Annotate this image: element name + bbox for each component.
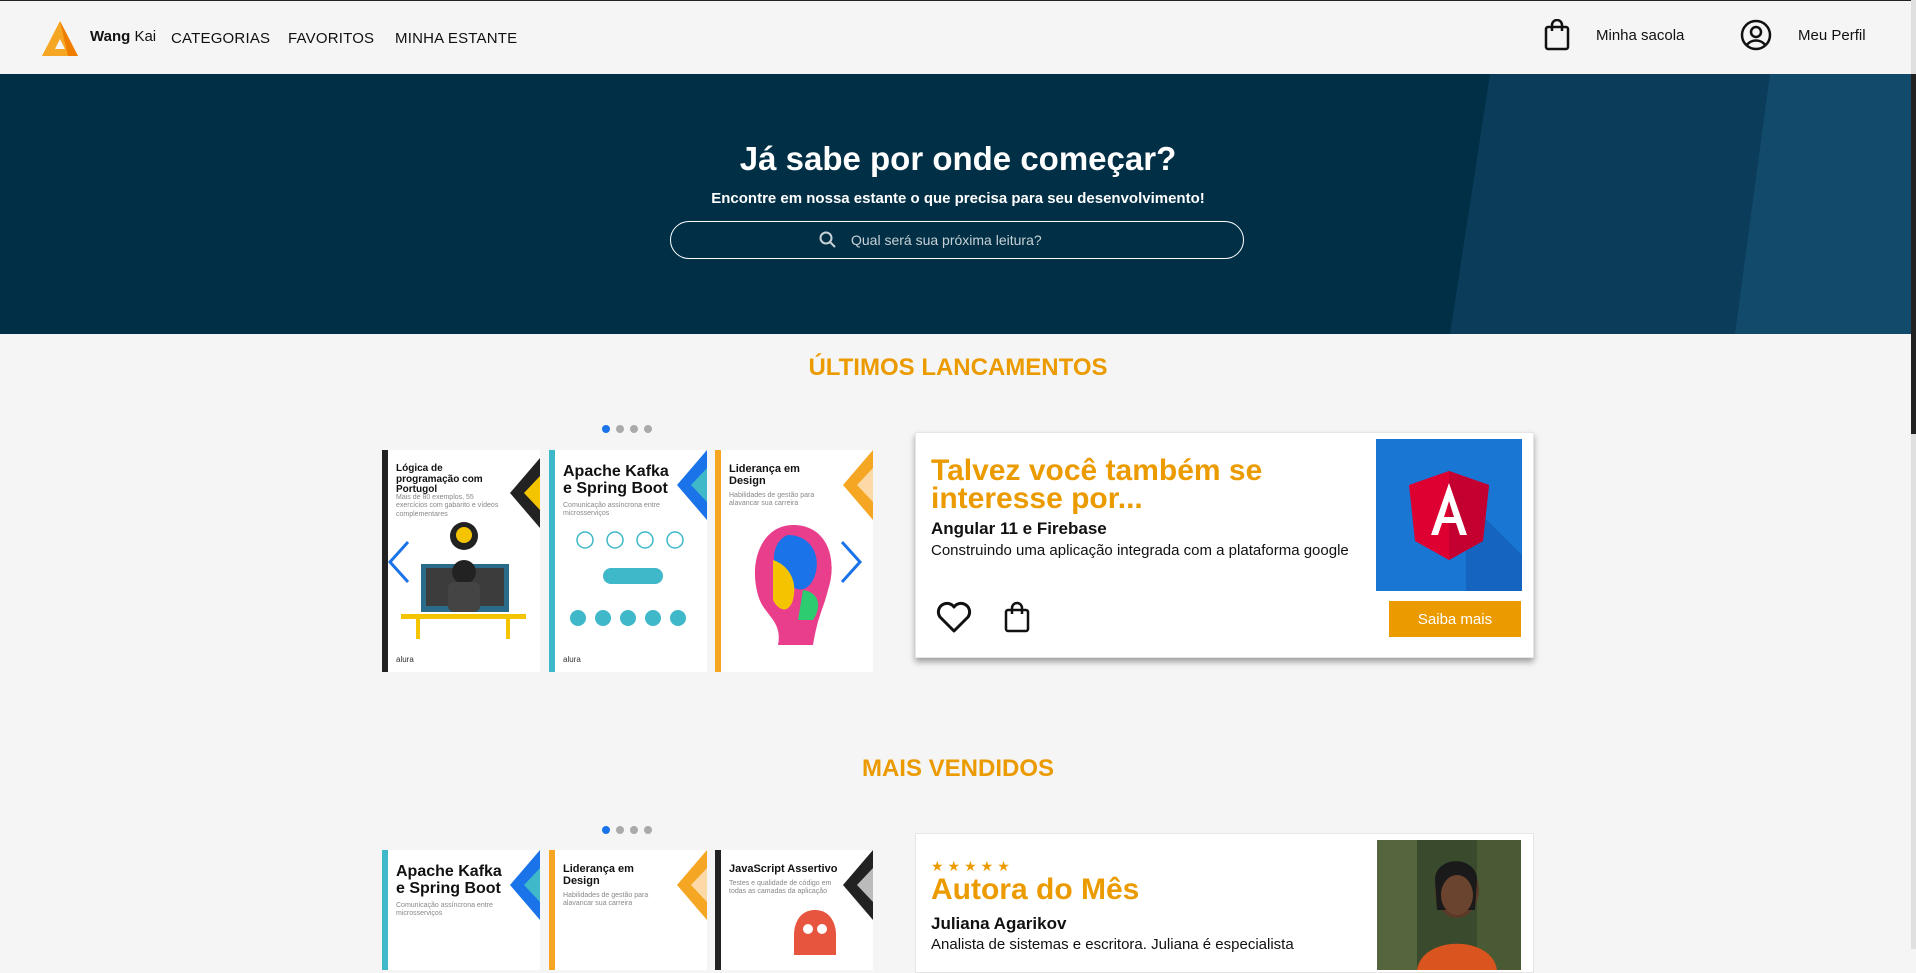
nav-minha-estante[interactable]: MINHA ESTANTE	[395, 30, 517, 47]
book-publisher: alura	[396, 655, 414, 664]
book-title: Liderança em Design	[563, 863, 634, 887]
search-input[interactable]	[849, 231, 1213, 249]
book-illustration	[794, 910, 836, 955]
cover-chevron	[510, 458, 540, 528]
book-cover[interactable]: Apache Kafka e Spring Boot Comunicação a…	[382, 850, 540, 970]
card-book-name: Angular 11 e Firebase	[931, 519, 1107, 538]
book-spine	[382, 850, 388, 970]
bag-icon[interactable]	[1004, 601, 1030, 633]
book-illustration	[401, 522, 526, 639]
top-header: Wang Kai CATEGORIAS FAVORITOS MINHA ESTA…	[0, 0, 1916, 74]
book-title: Liderança em Design	[729, 463, 800, 487]
book-title: Apache Kafka e Spring Boot	[563, 463, 669, 497]
carousel-dot[interactable]	[644, 826, 652, 834]
book-subtitle: Mais de 80 exemplos, 55 exercícios com g…	[396, 494, 499, 518]
scrollbar-thumb[interactable]	[1911, 74, 1916, 434]
heart-icon[interactable]	[936, 601, 972, 633]
logo-icon[interactable]	[40, 19, 80, 59]
book-cover[interactable]: Liderança em Design Habilidades de gestã…	[549, 850, 707, 970]
carousel-dot[interactable]	[602, 425, 610, 433]
carousel-dots-best	[602, 826, 652, 834]
book-cover[interactable]: JavaScript Assertivo Testes e qualidade …	[715, 850, 873, 970]
book-title: Lógica de programação com Portugol	[396, 463, 483, 495]
carousel-dot[interactable]	[616, 826, 624, 834]
book-subtitle: Testes e qualidade de código em todas as…	[729, 880, 832, 896]
chevron-right-icon	[840, 540, 863, 584]
bag-button[interactable]: Minha sacola	[1544, 19, 1684, 51]
profile-label: Meu Perfil	[1798, 26, 1866, 44]
carousel-next-button[interactable]	[838, 540, 864, 593]
cover-chevron	[510, 850, 540, 920]
cover-chevron	[843, 450, 873, 520]
search-icon	[819, 231, 836, 248]
book-spine	[715, 450, 721, 672]
carousel-dot[interactable]	[644, 425, 652, 433]
card-heading: Talvez você também se interesse por...	[931, 454, 1263, 515]
book-title: JavaScript Assertivo	[729, 863, 838, 875]
saiba-mais-button[interactable]: Saiba mais	[1389, 601, 1521, 637]
chevron-left-icon	[387, 540, 410, 584]
profile-button[interactable]: Meu Perfil	[1740, 19, 1866, 51]
book-publisher: alura	[563, 655, 581, 664]
author-photo	[1377, 840, 1521, 970]
recommendation-card: Talvez você também se interesse por... A…	[915, 432, 1534, 658]
book-subtitle: Habilidades de gestão para alavancar sua…	[563, 892, 649, 908]
section-title-best-sellers: MAIS VENDIDOS	[861, 755, 1055, 782]
carousel-dots-latest	[602, 425, 652, 433]
author-description: Analista de sistemas e escritora. Julian…	[931, 936, 1294, 953]
hero-subtitle: Encontre em nossa estante o que precisa …	[711, 190, 1205, 207]
book-subtitle: Habilidades de gestão para alavancar sua…	[729, 492, 815, 508]
book-title: Apache Kafka e Spring Boot	[396, 863, 502, 897]
angular-logo-icon	[1376, 439, 1522, 591]
book-spine	[549, 850, 555, 970]
hero-title: Já sabe por onde começar?	[739, 140, 1177, 177]
author-card: ★★★★★ Autora do Mês Juliana Agarikov Ana…	[915, 833, 1534, 973]
bag-icon	[1544, 19, 1570, 51]
search-bar[interactable]	[670, 221, 1244, 259]
cover-chevron	[677, 450, 707, 520]
carousel-dot[interactable]	[630, 425, 638, 433]
bag-label: Minha sacola	[1596, 26, 1685, 44]
card-heading: Autora do Mês	[931, 873, 1140, 906]
brand-name[interactable]: Wang Kai	[90, 28, 156, 45]
cover-chevron	[677, 850, 707, 920]
card-book-description: Construindo uma aplicação integrada com …	[931, 542, 1349, 559]
carousel-dot[interactable]	[616, 425, 624, 433]
book-cover[interactable]: Apache Kafka e Spring Boot Comunicação a…	[549, 450, 707, 672]
book-illustration	[570, 531, 686, 626]
carousel-dot[interactable]	[630, 826, 638, 834]
book-illustration	[754, 525, 832, 645]
nav-categorias[interactable]: CATEGORIAS	[171, 30, 270, 47]
carousel-dot[interactable]	[602, 826, 610, 834]
nav-favoritos[interactable]: FAVORITOS	[288, 30, 374, 47]
author-name: Juliana Agarikov	[931, 914, 1067, 933]
book-spine	[715, 850, 721, 970]
profile-icon	[1740, 19, 1772, 51]
book-spine	[549, 450, 555, 672]
section-title-latest: ÚLTIMOS LANCAMENTOS	[808, 354, 1108, 381]
book-subtitle: Comunicação assíncrona entre microsservi…	[396, 902, 493, 918]
carousel-prev-button[interactable]	[386, 540, 412, 593]
book-subtitle: Comunicação assíncrona entre microsservi…	[563, 502, 660, 518]
